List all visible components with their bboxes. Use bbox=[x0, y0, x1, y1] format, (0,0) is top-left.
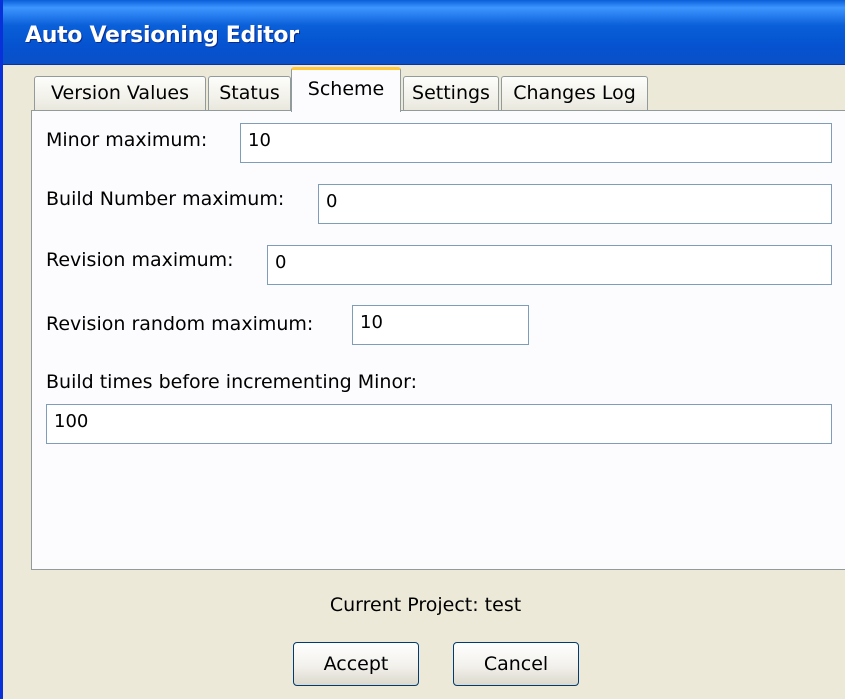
tab-scheme[interactable]: Scheme bbox=[291, 67, 401, 112]
build-number-maximum-label: Build Number maximum: bbox=[46, 188, 285, 210]
dialog-window: Auto Versioning Editor Version Values St… bbox=[0, 0, 845, 699]
build-number-maximum-input[interactable]: 0 bbox=[318, 184, 832, 224]
tab-version-values[interactable]: Version Values bbox=[34, 76, 206, 111]
minor-maximum-label: Minor maximum: bbox=[46, 129, 208, 151]
tab-status[interactable]: Status bbox=[208, 76, 291, 111]
tab-settings[interactable]: Settings bbox=[403, 76, 499, 111]
revision-maximum-label: Revision maximum: bbox=[46, 249, 234, 271]
scheme-panel: Minor maximum: 10 Build Number maximum: … bbox=[31, 110, 845, 570]
window-title: Auto Versioning Editor bbox=[25, 23, 299, 48]
title-bar[interactable]: Auto Versioning Editor bbox=[3, 0, 845, 65]
revision-maximum-input[interactable]: 0 bbox=[267, 245, 832, 285]
build-times-label: Build times before incrementing Minor: bbox=[46, 371, 417, 393]
build-times-input[interactable]: 100 bbox=[46, 404, 832, 444]
revision-random-maximum-label: Revision random maximum: bbox=[46, 313, 314, 335]
current-project-text: Current Project: test bbox=[329, 594, 522, 616]
minor-maximum-input[interactable]: 10 bbox=[240, 123, 832, 163]
revision-random-maximum-input[interactable]: 10 bbox=[352, 305, 529, 345]
cancel-button[interactable]: Cancel bbox=[453, 642, 579, 686]
tab-changes-log[interactable]: Changes Log bbox=[501, 76, 648, 111]
accept-button[interactable]: Accept bbox=[293, 642, 419, 686]
